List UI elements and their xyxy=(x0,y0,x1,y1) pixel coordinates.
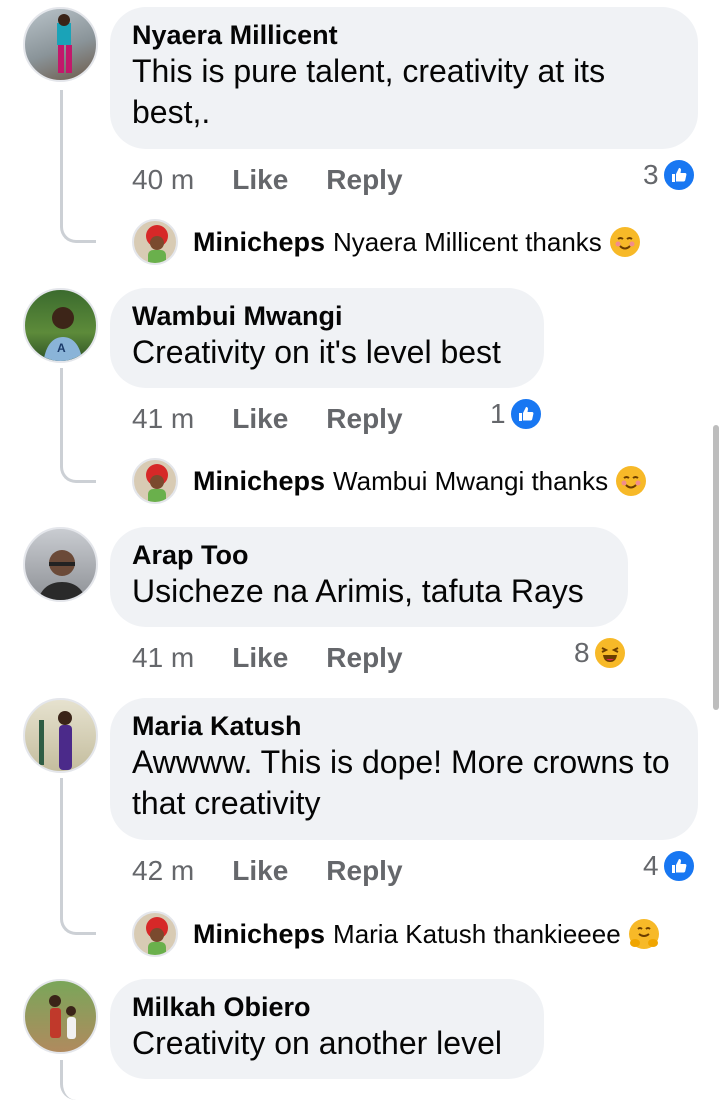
avatar[interactable]: A xyxy=(23,288,98,363)
reply-button[interactable]: Reply xyxy=(326,642,402,674)
like-button[interactable]: Like xyxy=(232,164,288,196)
thread-connector xyxy=(60,368,96,483)
reply-button[interactable]: Reply xyxy=(326,164,402,196)
reply-item: Minicheps Maria Katush thankieeee xyxy=(132,909,659,959)
reply-author[interactable]: Minicheps xyxy=(193,466,325,497)
comment-bubble: Arap Too Usicheze na Arimis, tafuta Rays xyxy=(110,527,628,627)
reaction-count: 8 xyxy=(574,637,590,668)
thread-connector xyxy=(60,90,96,243)
comment-text: Usicheze na Arimis, tafuta Rays xyxy=(132,573,584,609)
like-icon xyxy=(661,849,696,883)
reaction-summary[interactable]: 3 xyxy=(643,158,696,192)
comment-bubble: Milkah Obiero Creativity on another leve… xyxy=(110,979,544,1079)
reaction-count: 3 xyxy=(643,159,659,190)
comment-actions: 41 m Like Reply xyxy=(132,638,403,678)
reply-item: Minicheps Wambui Mwangi thanks xyxy=(132,456,647,506)
reply-author[interactable]: Minicheps xyxy=(193,227,325,258)
reply-item: Minicheps Nyaera Millicent thanks xyxy=(132,217,640,267)
comment-author[interactable]: Nyaera Millicent xyxy=(132,19,676,51)
svg-text:A: A xyxy=(57,341,66,355)
scrollbar[interactable] xyxy=(713,425,719,710)
comment-time[interactable]: 42 m xyxy=(132,855,194,887)
comment-bubble: Wambui Mwangi Creativity on it's level b… xyxy=(110,288,544,388)
reaction-count: 1 xyxy=(490,398,506,429)
smiling-blush-icon xyxy=(616,466,647,496)
reply-text: Maria Katush thankieeee xyxy=(333,918,621,949)
reply-button[interactable]: Reply xyxy=(326,855,402,887)
haha-icon xyxy=(592,636,627,670)
reply-text: Nyaera Millicent thanks xyxy=(333,226,602,257)
like-icon xyxy=(661,158,696,192)
like-icon xyxy=(508,397,543,431)
comment-actions: 42 m Like Reply xyxy=(132,851,403,891)
comment-actions: 41 m Like Reply xyxy=(132,399,403,439)
reply-author[interactable]: Minicheps xyxy=(193,919,325,950)
reaction-summary[interactable]: 8 xyxy=(574,636,627,670)
avatar[interactable] xyxy=(23,698,98,773)
avatar[interactable] xyxy=(132,458,178,504)
thread-connector xyxy=(60,1060,96,1100)
reaction-count: 4 xyxy=(643,850,659,881)
reply-button[interactable]: Reply xyxy=(326,403,402,435)
comment-author[interactable]: Arap Too xyxy=(132,539,606,571)
comment-bubble: Maria Katush Awwww. This is dope! More c… xyxy=(110,698,698,840)
comment-author[interactable]: Maria Katush xyxy=(132,710,676,742)
avatar[interactable] xyxy=(132,911,178,957)
like-button[interactable]: Like xyxy=(232,855,288,887)
comment-text: Creativity on another level xyxy=(132,1025,502,1061)
comment-author[interactable]: Wambui Mwangi xyxy=(132,300,522,332)
reaction-summary[interactable]: 1 xyxy=(490,397,543,431)
comment-bubble: Nyaera Millicent This is pure talent, cr… xyxy=(110,7,698,149)
comment-time[interactable]: 40 m xyxy=(132,164,194,196)
comment-text: Awwww. This is dope! More crowns to that… xyxy=(132,744,670,821)
comment-text: Creativity on it's level best xyxy=(132,334,501,370)
comment-text: This is pure talent, creativity at its b… xyxy=(132,53,606,130)
reaction-summary[interactable]: 4 xyxy=(643,849,696,883)
comment-time[interactable]: 41 m xyxy=(132,642,194,674)
like-button[interactable]: Like xyxy=(232,642,288,674)
avatar[interactable] xyxy=(132,219,178,265)
avatar[interactable] xyxy=(23,979,98,1054)
reply-text: Wambui Mwangi thanks xyxy=(333,465,609,496)
thread-connector xyxy=(60,778,96,935)
avatar[interactable] xyxy=(23,527,98,602)
comment-time[interactable]: 41 m xyxy=(132,403,194,435)
comment-author[interactable]: Milkah Obiero xyxy=(132,991,522,1023)
smiling-blush-icon xyxy=(609,227,640,257)
avatar[interactable] xyxy=(23,7,98,82)
comment-actions: 40 m Like Reply xyxy=(132,160,403,200)
like-button[interactable]: Like xyxy=(232,403,288,435)
hugging-face-icon xyxy=(628,919,659,949)
